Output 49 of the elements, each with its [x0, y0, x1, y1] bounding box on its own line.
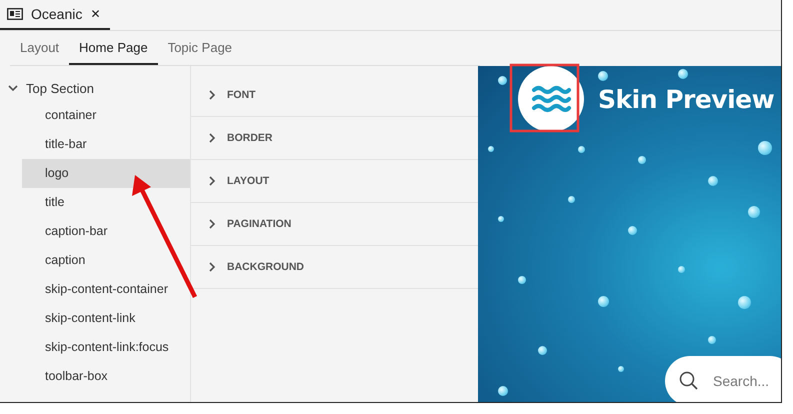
tree-item[interactable]: title [22, 188, 190, 217]
waves-icon [531, 84, 571, 114]
tree-item[interactable]: title-bar [22, 130, 190, 159]
bubble-icon [538, 346, 547, 355]
bubble-icon [748, 206, 760, 218]
bubble-icon [678, 266, 685, 273]
bubble-icon [488, 146, 494, 152]
tab[interactable]: Topic Page [158, 31, 242, 65]
tree-group-label[interactable]: Top Section [26, 80, 94, 96]
document-icon [7, 8, 23, 20]
tab[interactable]: Layout [10, 31, 70, 65]
section-header[interactable]: PAGINATION [227, 218, 292, 230]
tree-item[interactable]: container [22, 101, 190, 130]
tree-item[interactable]: skip-content-link [22, 304, 190, 333]
search-icon [679, 371, 699, 391]
close-button[interactable]: ✕ [90, 7, 100, 21]
bubble-icon [708, 336, 716, 344]
bubble-icon [498, 386, 508, 396]
bubble-icon [578, 146, 585, 153]
bubble-icon [618, 366, 624, 372]
bubble-icon [708, 176, 718, 186]
bubble-icon [628, 226, 637, 235]
bubble-icon [498, 76, 507, 85]
tree-item[interactable]: toolbar-box [22, 362, 190, 391]
bubble-icon [518, 276, 526, 284]
bubble-icon [498, 216, 504, 222]
tree-item[interactable]: caption-bar [22, 217, 190, 246]
tree-item[interactable]: logo [22, 159, 190, 188]
document-tab[interactable]: Oceanic ✕ [0, 0, 110, 30]
section-header[interactable]: FONT [227, 89, 256, 101]
highlight-rectangle [510, 64, 580, 132]
bubble-icon [678, 69, 688, 79]
bubble-icon [638, 156, 646, 164]
preview-title: Skin Preview [598, 84, 774, 114]
section-header[interactable]: BACKGROUND [227, 261, 304, 273]
bubble-icon [568, 196, 575, 203]
bubble-icon [598, 296, 609, 307]
document-title: Oceanic [31, 6, 82, 22]
tree-item[interactable]: skip-content-container [22, 275, 190, 304]
tab[interactable]: Home Page [69, 31, 158, 65]
bubble-icon [738, 296, 751, 309]
tree-item[interactable]: skip-content-link:focus [22, 333, 190, 362]
tree-item[interactable]: caption [22, 246, 190, 275]
section-header[interactable]: LAYOUT [227, 175, 270, 187]
bubble-icon [598, 71, 608, 81]
search-input[interactable]: Search... [711, 372, 781, 390]
search-field[interactable]: Search... [665, 356, 781, 402]
section-header[interactable]: BORDER [227, 132, 273, 144]
bubble-icon [758, 141, 772, 155]
